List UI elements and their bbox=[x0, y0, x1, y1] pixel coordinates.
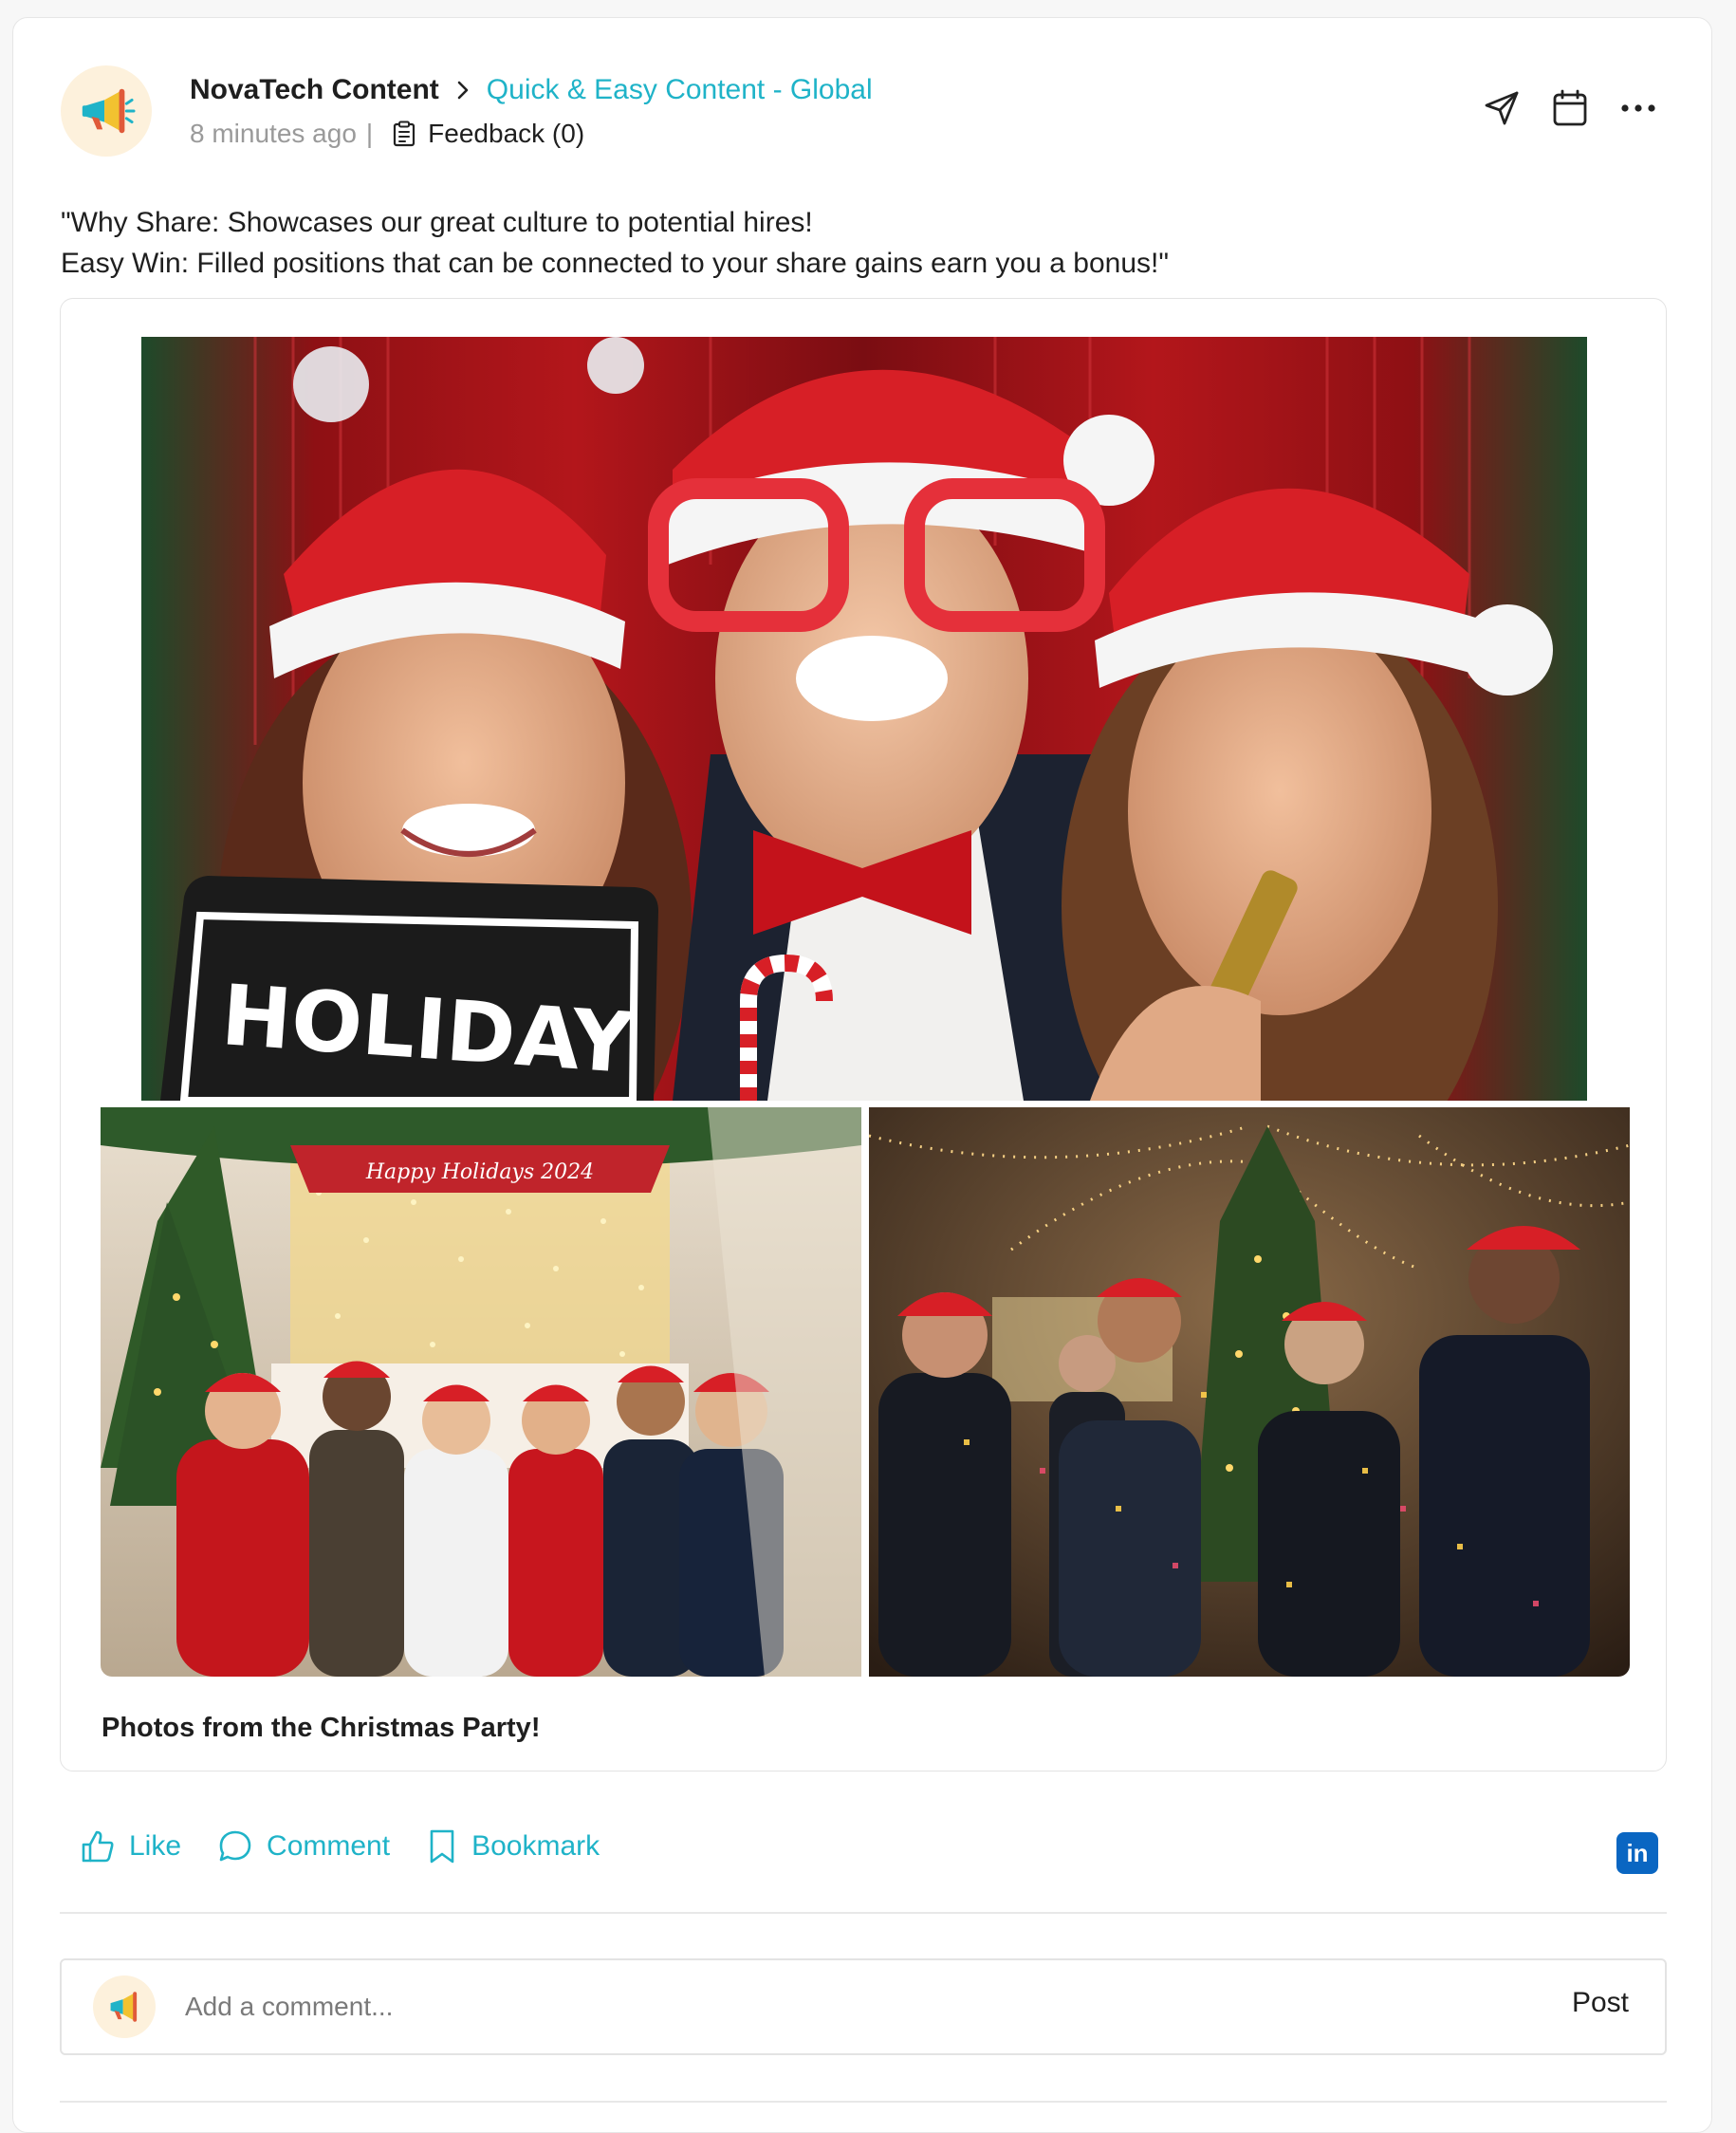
banner-text: Happy Holidays 2024 bbox=[365, 1160, 594, 1184]
feedback-button[interactable]: Feedback (0) bbox=[392, 116, 584, 152]
author-avatar[interactable] bbox=[61, 65, 152, 157]
post-comment-button[interactable]: Post bbox=[1572, 1987, 1629, 2019]
share-button[interactable] bbox=[1482, 88, 1522, 128]
like-label: Like bbox=[129, 1830, 182, 1862]
post-meta: 8 minutes ago | Feedback (0) bbox=[190, 116, 584, 152]
bookmark-icon bbox=[430, 1829, 454, 1864]
linkedin-share-button[interactable]: in bbox=[1616, 1832, 1658, 1874]
calendar-icon bbox=[1553, 89, 1587, 126]
media-caption: Photos from the Christmas Party! bbox=[102, 1713, 541, 1743]
media-card[interactable]: HOLIDAY Happy Holidays 2024 Photos from … bbox=[60, 298, 1667, 1771]
comment-input[interactable] bbox=[185, 1981, 1418, 2032]
author-row: NovaTech Content Quick & Easy Content - … bbox=[190, 71, 873, 109]
bookmark-label: Bookmark bbox=[471, 1830, 600, 1862]
chevron-right-icon bbox=[452, 80, 473, 101]
post-card: NovaTech Content Quick & Easy Content - … bbox=[12, 17, 1712, 2133]
thumbs-up-icon bbox=[82, 1830, 114, 1863]
divider bbox=[60, 2101, 1667, 2103]
post-body-line: "Why Share: Showcases our great culture … bbox=[61, 207, 813, 238]
megaphone-icon bbox=[110, 1992, 138, 2022]
party-dancing-image[interactable] bbox=[869, 1107, 1630, 1677]
more-options-button[interactable] bbox=[1618, 88, 1658, 128]
like-button[interactable]: Like bbox=[80, 1828, 181, 1864]
comment-composer: Post bbox=[60, 1958, 1667, 2055]
author-name[interactable]: NovaTech Content bbox=[190, 71, 439, 109]
send-icon bbox=[1485, 91, 1519, 125]
speech-bubble-icon bbox=[219, 1830, 251, 1862]
party-group-image[interactable]: Happy Holidays 2024 bbox=[101, 1107, 861, 1677]
linkedin-icon: in bbox=[1626, 1838, 1649, 1867]
bookmark-button[interactable]: Bookmark bbox=[426, 1828, 600, 1864]
meta-separator: | bbox=[365, 119, 374, 148]
commenter-avatar bbox=[93, 1975, 156, 2038]
divider bbox=[60, 1912, 1667, 1914]
ellipsis-icon bbox=[1621, 104, 1655, 112]
schedule-button[interactable] bbox=[1550, 88, 1590, 128]
post-body-line: Easy Win: Filled positions that can be c… bbox=[61, 248, 1169, 279]
channel-link[interactable]: Quick & Easy Content - Global bbox=[487, 71, 873, 109]
post-body: "Why Share: Showcases our great culture … bbox=[61, 202, 1169, 284]
comment-label: Comment bbox=[267, 1830, 391, 1862]
header-actions bbox=[1482, 88, 1658, 128]
photo-booth-image[interactable]: HOLIDAY bbox=[141, 337, 1587, 1101]
post-timestamp: 8 minutes ago bbox=[190, 119, 357, 148]
comment-button[interactable]: Comment bbox=[217, 1828, 390, 1864]
post-actions: Like Comment Bookmark bbox=[80, 1828, 600, 1864]
megaphone-icon bbox=[82, 88, 136, 134]
feedback-label: Feedback (0) bbox=[428, 119, 585, 148]
clipboard-icon bbox=[394, 121, 416, 147]
